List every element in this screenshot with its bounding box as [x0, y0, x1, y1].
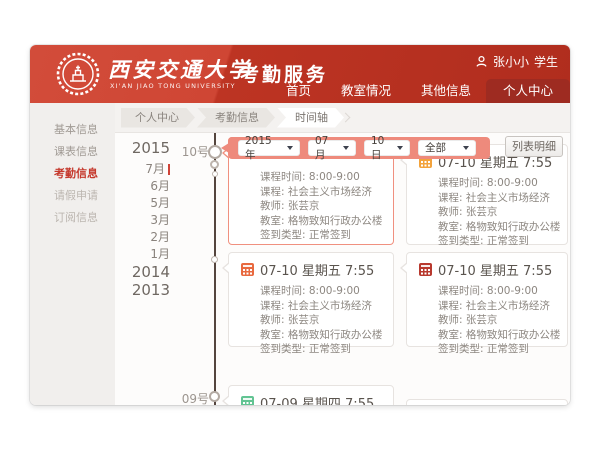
sidebar-item-leave-request[interactable]: 请假申请	[30, 185, 115, 207]
university-name-en: XI'AN JIAO TONG UNIVERSITY	[110, 82, 236, 90]
timeline-node	[211, 256, 218, 263]
chevron-down-icon	[397, 146, 403, 150]
list-detail-button[interactable]: 列表明细	[505, 136, 563, 157]
breadcrumb-chevron-icon	[341, 113, 351, 123]
user-role: 学生	[534, 53, 558, 70]
attendance-card-partial[interactable]	[406, 399, 568, 405]
chevron-down-icon	[463, 146, 469, 150]
sidebar-item-subscription[interactable]: 订阅信息	[30, 207, 115, 229]
nav-personal-center[interactable]: 个人中心	[486, 79, 570, 103]
attendance-card[interactable]: 07-09 星期四 7:55	[228, 385, 394, 405]
nav-other-info[interactable]: 其他信息	[406, 79, 486, 103]
university-logo-icon	[56, 52, 100, 96]
scale-month-5[interactable]: 5月	[115, 194, 170, 211]
timeline-node	[209, 391, 220, 402]
sidebar-item-basic-info[interactable]: 基本信息	[30, 119, 115, 141]
sidebar-item-attendance[interactable]: 考勤信息	[30, 163, 115, 185]
timeline-node	[210, 160, 219, 169]
scale-month-3[interactable]: 3月	[115, 211, 170, 228]
chevron-down-icon	[343, 146, 349, 150]
sidebar-item-schedule[interactable]: 课表信息	[30, 141, 115, 163]
year-select[interactable]: 2015年	[238, 140, 300, 156]
day-marker-10: 10号	[179, 143, 209, 160]
breadcrumb-personal-center[interactable]: 个人中心	[121, 108, 195, 128]
user-name: 张小小	[493, 53, 529, 70]
attendance-card[interactable]: 07-10 星期五 7:55 课程时间: 8:00-9:00 课程: 社会主义市…	[406, 144, 568, 245]
scale-month-2[interactable]: 2月	[115, 228, 170, 245]
timeline-node	[212, 171, 218, 177]
card-title: 07-09 星期四 7:55	[260, 393, 374, 405]
sidebar: 基本信息 课表信息 考勤信息 请假申请 订阅信息	[30, 103, 115, 405]
breadcrumb: 个人中心 考勤信息 时间轴	[115, 103, 570, 133]
app-header: 西安交通大学 XI'AN JIAO TONG UNIVERSITY 考勤服务 张…	[30, 45, 570, 103]
nav-classrooms[interactable]: 教室情况	[326, 79, 406, 103]
attendance-card[interactable]: 07-10 星期五 7:55 课程时间: 8:00-9:00 课程: 社会主义市…	[228, 252, 394, 347]
scale-year-2013[interactable]: 2013	[115, 281, 170, 299]
calendar-icon	[419, 263, 432, 276]
calendar-icon	[241, 263, 254, 276]
breadcrumb-attendance[interactable]: 考勤信息	[197, 108, 275, 128]
chevron-down-icon	[287, 146, 293, 150]
current-month-marker	[168, 164, 170, 175]
user-info[interactable]: 张小小 学生	[475, 53, 558, 70]
month-select[interactable]: 07月	[308, 140, 356, 156]
day-select[interactable]: 10日	[364, 140, 410, 156]
user-icon	[475, 55, 488, 68]
scale-month-6[interactable]: 6月	[115, 177, 170, 194]
calendar-icon	[241, 396, 254, 405]
scale-year-2014[interactable]: 2014	[115, 263, 170, 281]
card-title: 07-10 星期五 7:55	[260, 260, 374, 279]
main-nav: 首页 教室情况 其他信息 个人中心	[271, 79, 570, 103]
date-filter-bar: 2015年 07月 10日 全部	[228, 137, 490, 159]
scale-month-7[interactable]: 7月	[115, 160, 170, 177]
attendance-card[interactable]: 07-10 星期五 7:55 课程时间: 8:00-9:00 课程: 社会主义市…	[406, 252, 568, 347]
scale-year-2015[interactable]: 2015	[115, 139, 170, 157]
card-title: 07-10 星期五 7:55	[438, 260, 552, 279]
timeline-content: 2015 7月 6月 5月 3月 2月 1月 2014 2013 10号 09号…	[115, 133, 570, 405]
breadcrumb-timeline[interactable]: 时间轴	[277, 108, 344, 128]
university-name-cn: 西安交通大学	[108, 54, 252, 84]
timeline-node	[208, 145, 222, 159]
scale-month-1[interactable]: 1月	[115, 245, 170, 262]
app-window: 西安交通大学 XI'AN JIAO TONG UNIVERSITY 考勤服务 张…	[30, 45, 570, 405]
category-select[interactable]: 全部	[418, 140, 476, 156]
day-marker-09: 09号	[179, 390, 209, 405]
nav-home[interactable]: 首页	[271, 79, 326, 103]
